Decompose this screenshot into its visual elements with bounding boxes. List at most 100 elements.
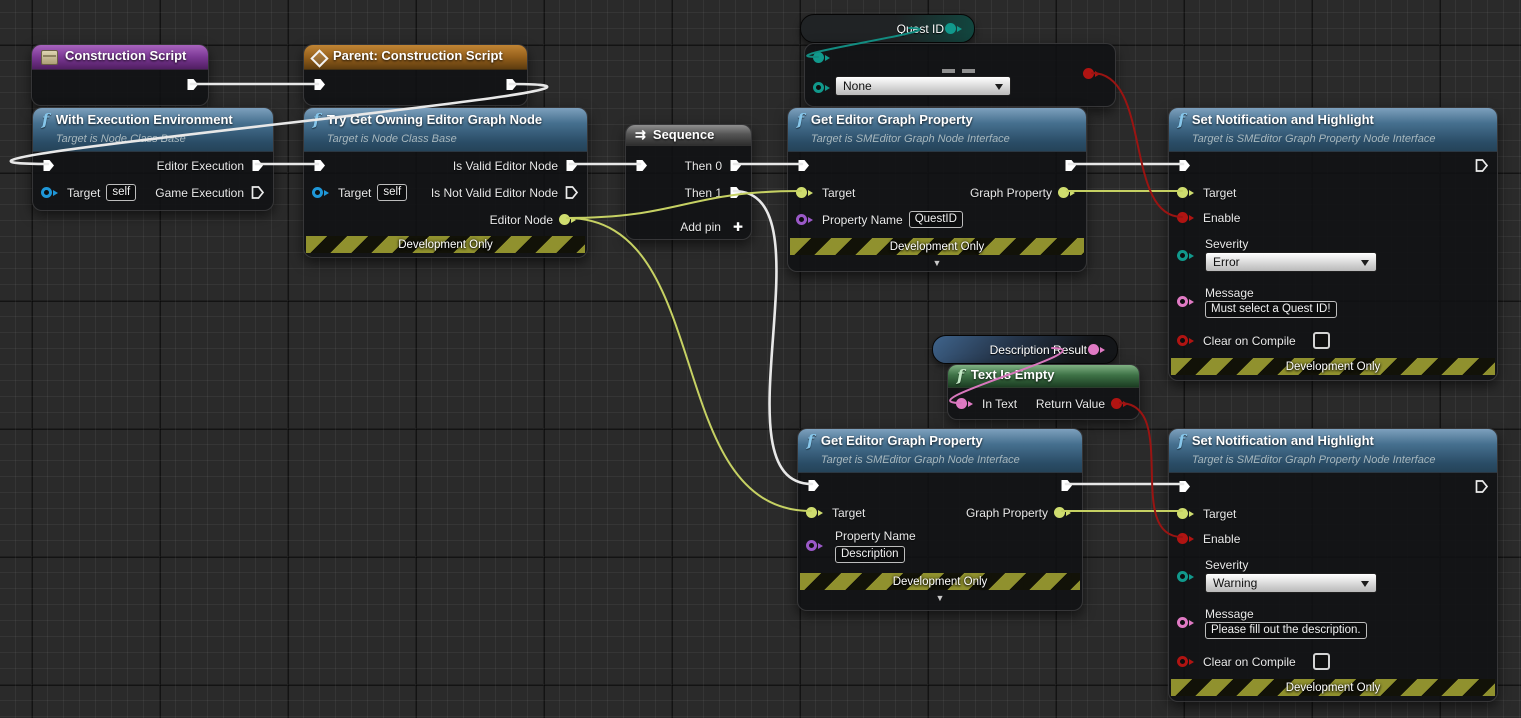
pin-row: Property Name QuestID xyxy=(796,206,1078,233)
exec-out-pin[interactable] xyxy=(1474,158,1489,173)
editor-node-pin[interactable] xyxy=(559,214,579,225)
return-value-pin[interactable] xyxy=(1111,398,1131,409)
severity-pin[interactable] xyxy=(1177,571,1197,582)
target-pin[interactable] xyxy=(1177,508,1197,519)
pin-row: Target self Game Execution xyxy=(41,179,265,206)
then-1-exec-pin[interactable] xyxy=(728,185,743,200)
banner-text: Development Only xyxy=(1286,682,1381,694)
game-execution-exec-pin[interactable] xyxy=(250,185,265,200)
pin-row: Then 1 xyxy=(634,179,743,206)
node-construction-script[interactable]: Construction Script xyxy=(31,44,209,106)
clear-on-compile-checkbox[interactable] xyxy=(1313,653,1330,670)
clear-on-compile-checkbox[interactable] xyxy=(1313,332,1330,349)
node-get-editor-graph-property-description[interactable]: f Get Editor Graph Property Target is SM… xyxy=(797,428,1083,611)
pin-label: Target xyxy=(338,186,371,200)
development-only-banner: Development Only xyxy=(790,238,1084,255)
node-quest-id-variable[interactable]: Quest ID xyxy=(800,14,975,43)
target-pin[interactable] xyxy=(806,507,826,518)
message-pin[interactable] xyxy=(1177,296,1197,307)
pin-label: Enable xyxy=(1203,211,1240,225)
node-with-execution-environment[interactable]: f With Execution Environment Target is N… xyxy=(32,107,274,211)
node-parent-construction-script[interactable]: Parent: Construction Script xyxy=(303,44,528,106)
target-pin[interactable] xyxy=(1177,187,1197,198)
pin-label: Game Execution xyxy=(155,186,244,200)
severity-pin[interactable] xyxy=(1177,250,1197,261)
node-text-is-empty[interactable]: f Text Is Empty In Text Return Value xyxy=(947,364,1140,420)
exec-out-pin[interactable] xyxy=(1059,478,1074,493)
collapse-advanced-chevron-icon[interactable]: ▼ xyxy=(788,258,1086,268)
message-pin[interactable] xyxy=(1177,617,1197,628)
pin-label: In Text xyxy=(982,397,1017,411)
wire-editornode-to-getdescription-target[interactable] xyxy=(567,218,811,511)
property-name-pin[interactable] xyxy=(796,214,816,225)
node-set-notification-and-highlight-error[interactable]: f Set Notification and Highlight Target … xyxy=(1168,107,1498,381)
clear-on-compile-pin[interactable] xyxy=(1177,656,1197,667)
node-sequence[interactable]: ⇉ Sequence Then 0 Then 1 Add pin ✚ xyxy=(625,124,752,240)
graph-property-pin[interactable] xyxy=(1054,507,1074,518)
editor-execution-exec-pin[interactable] xyxy=(250,158,265,173)
description-result-output-pin[interactable] xyxy=(1088,344,1108,355)
exec-in-pin[interactable] xyxy=(796,158,811,173)
quest-id-output-pin[interactable] xyxy=(945,23,965,34)
exec-in-pin[interactable] xyxy=(312,77,327,92)
node-try-get-owning-editor-graph-node[interactable]: f Try Get Owning Editor Graph Node Targe… xyxy=(303,107,588,258)
exec-in-pin[interactable] xyxy=(1177,479,1192,494)
is-not-valid-exec-pin[interactable] xyxy=(564,185,579,200)
pin-row xyxy=(1177,473,1489,500)
target-pin[interactable] xyxy=(41,187,61,198)
target-pin[interactable] xyxy=(796,187,816,198)
severity-dropdown[interactable]: Error xyxy=(1205,252,1377,272)
node-title: Set Notification and Highlight xyxy=(1192,112,1374,127)
exec-out-pin[interactable] xyxy=(1063,158,1078,173)
exec-in-pin[interactable] xyxy=(312,158,327,173)
exec-out-pin[interactable] xyxy=(1474,479,1489,494)
exec-out-pin[interactable] xyxy=(504,77,519,92)
in-text-pin[interactable] xyxy=(956,398,976,409)
pin-label: Graph Property xyxy=(966,506,1048,520)
equals-input-b-pin[interactable] xyxy=(813,82,833,93)
node-equals-compact[interactable]: None xyxy=(804,43,1116,107)
message-input[interactable]: Must select a Quest ID! xyxy=(1205,301,1337,318)
banner-text: Development Only xyxy=(890,241,985,253)
node-header: f Text Is Empty xyxy=(948,365,1139,388)
target-pin[interactable] xyxy=(312,187,332,198)
exec-out-pin[interactable] xyxy=(185,77,200,92)
is-valid-exec-pin[interactable] xyxy=(564,158,579,173)
function-icon: f xyxy=(1178,111,1185,128)
enable-pin[interactable] xyxy=(1177,212,1197,223)
message-label: Message xyxy=(1205,286,1254,300)
target-default-input[interactable]: self xyxy=(106,184,136,201)
pin-label: Then 1 xyxy=(685,186,722,200)
pin-row: Target self Is Not Valid Editor Node xyxy=(312,179,579,206)
exec-in-pin[interactable] xyxy=(41,158,56,173)
severity-dropdown[interactable]: Warning xyxy=(1205,573,1377,593)
target-default-input[interactable]: self xyxy=(377,184,407,201)
message-input[interactable]: Please fill out the description. xyxy=(1205,622,1367,639)
property-name-input[interactable]: QuestID xyxy=(909,211,963,228)
node-header: f Set Notification and Highlight Target … xyxy=(1169,429,1497,473)
development-only-banner: Development Only xyxy=(306,236,585,253)
clear-on-compile-pin[interactable] xyxy=(1177,335,1197,346)
exec-in-pin[interactable] xyxy=(806,478,821,493)
exec-in-pin[interactable] xyxy=(634,158,649,173)
node-title: Text Is Empty xyxy=(971,367,1055,383)
property-name-pin[interactable] xyxy=(806,540,826,551)
equals-input-a-pin[interactable] xyxy=(813,52,833,63)
function-icon: f xyxy=(957,367,964,384)
node-title: Parent: Construction Script xyxy=(333,48,503,64)
add-pin-button[interactable]: ✚ xyxy=(733,220,743,234)
graph-property-pin[interactable] xyxy=(1058,187,1078,198)
sequence-icon: ⇉ xyxy=(635,127,646,142)
node-description-result-variable[interactable]: Description Result xyxy=(932,335,1118,364)
pin-label: Clear on Compile xyxy=(1203,655,1296,669)
enable-pin[interactable] xyxy=(1177,533,1197,544)
collapse-advanced-chevron-icon[interactable]: ▼ xyxy=(798,593,1082,603)
equals-result-pin[interactable] xyxy=(1083,68,1103,79)
node-get-editor-graph-property-questid[interactable]: f Get Editor Graph Property Target is SM… xyxy=(787,107,1087,272)
node-set-notification-and-highlight-warning[interactable]: f Set Notification and Highlight Target … xyxy=(1168,428,1498,702)
blueprint-graph-canvas[interactable]: Construction Script Parent: Construction… xyxy=(0,0,1521,718)
property-name-input[interactable]: Description xyxy=(835,546,905,563)
exec-in-pin[interactable] xyxy=(1177,158,1192,173)
then-0-exec-pin[interactable] xyxy=(728,158,743,173)
equals-value-dropdown[interactable]: None xyxy=(835,76,1011,96)
